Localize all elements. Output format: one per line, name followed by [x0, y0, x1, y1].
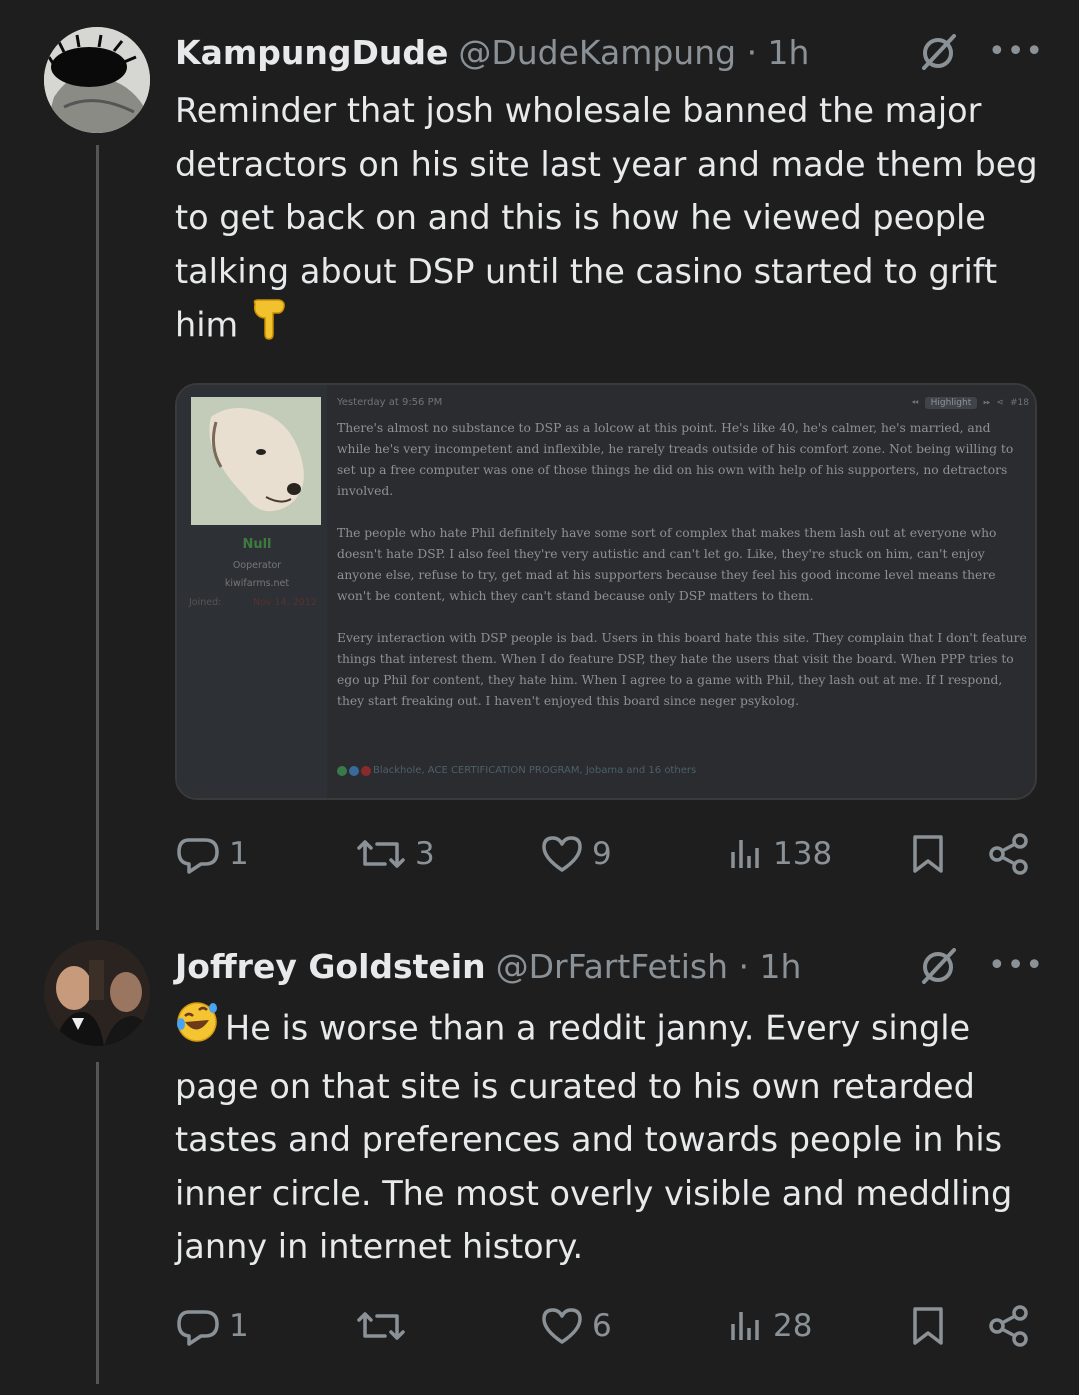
avatar[interactable]: [44, 27, 150, 133]
bookmark-icon: [913, 1307, 943, 1345]
forum-post-timestamp: Yesterday at 9:56 PM: [337, 397, 443, 408]
pointing-down-emoji-icon: [249, 298, 289, 356]
forum-avatar-dog: [191, 397, 321, 525]
handle-and-time[interactable]: @DrFartFetish · 1h: [496, 947, 802, 986]
share-icon: [989, 833, 1028, 875]
post-number: #18: [1010, 398, 1029, 408]
forum-user-site: kiwifarms.net: [224, 578, 290, 589]
repost-arrows-icon: [357, 1312, 405, 1340]
display-name[interactable]: KampungDude: [175, 33, 448, 72]
reactions-text: Blackhole, ACE CERTIFICATION PROGRAM, Jo…: [373, 765, 697, 776]
tweet-body: Reminder that josh wholesale banned the …: [175, 91, 1038, 345]
double-arrow-right-icon: ⏩︎: [983, 398, 991, 408]
forum-paragraph: Every interaction with DSP people is bad…: [337, 631, 1027, 708]
forum-joined-label: Joined:: [189, 597, 222, 608]
display-name[interactable]: Joffrey Goldstein: [175, 947, 486, 986]
bookmark-icon: [913, 835, 943, 873]
forum-post-tools: ⏪︎ Highlight ⏩︎ ⋖ #18: [911, 397, 1029, 409]
tweet-text: He is worse than a reddit janny. Every s…: [175, 1000, 1045, 1274]
like-count: 9: [592, 836, 612, 872]
forum-user-column: Null Ooperator kiwifarms.net Joined: Nov…: [177, 385, 327, 798]
heart-icon: [542, 1308, 582, 1344]
more-dots-icon[interactable]: •••: [988, 34, 1044, 69]
forum-paragraph: The people who hate Phil definitely have…: [337, 526, 997, 603]
forum-paragraph: There's almost no substance to DSP as a …: [337, 421, 1014, 498]
bookmark-button[interactable]: [910, 1301, 946, 1351]
forum-username[interactable]: Null: [222, 537, 292, 552]
repost-count: 3: [415, 836, 435, 872]
reply-count: 1: [229, 1308, 249, 1344]
speech-bubble-icon: [177, 1310, 219, 1346]
grok-slash-icon[interactable]: [918, 946, 958, 986]
reaction-check-icon: [337, 765, 347, 776]
share-small-icon: ⋖: [996, 398, 1004, 408]
tweet-body: He is worse than a reddit janny. Every s…: [175, 1008, 1013, 1266]
views-button[interactable]: 138: [725, 829, 832, 879]
rolling-laughing-emoji-icon: [175, 1000, 219, 1060]
tweet-actions: 1 6 28: [175, 1301, 1035, 1351]
highlight-badge: Highlight: [924, 397, 978, 409]
more-dots-icon[interactable]: •••: [988, 948, 1044, 983]
avatar[interactable]: [44, 940, 150, 1046]
repost-arrows-icon: [357, 840, 405, 868]
forum-joined-date: Nov 14, 2012: [253, 597, 317, 608]
forum-post-screenshot: Null Ooperator kiwifarms.net Joined: Nov…: [177, 385, 1035, 798]
handle-and-time[interactable]: @DudeKampung · 1h: [458, 33, 809, 72]
view-count: 138: [773, 836, 833, 872]
reply-count: 1: [229, 836, 249, 872]
tweet-text: Reminder that josh wholesale banned the …: [175, 84, 1045, 356]
tweet-header: Joffrey Goldstein @DrFartFetish · 1h: [175, 941, 801, 991]
reply-button[interactable]: 1: [175, 1301, 249, 1351]
share-button[interactable]: [987, 829, 1031, 879]
tweet-header: KampungDude @DudeKampung · 1h: [175, 27, 809, 77]
repost-button[interactable]: [355, 1301, 415, 1351]
share-icon: [989, 1305, 1028, 1347]
reaction-blue-icon: [349, 765, 359, 776]
like-button[interactable]: 6: [540, 1301, 612, 1351]
bookmark-button[interactable]: [910, 829, 946, 879]
share-button[interactable]: [987, 1301, 1031, 1351]
double-arrow-left-icon: ⏪︎: [911, 398, 919, 408]
forum-user-title: Ooperator: [232, 560, 282, 571]
repost-button[interactable]: 3: [355, 829, 435, 879]
views-button[interactable]: 28: [725, 1301, 812, 1351]
thread-line: [96, 145, 99, 930]
heart-icon: [542, 836, 582, 872]
forum-reactions: Blackhole, ACE CERTIFICATION PROGRAM, Jo…: [337, 765, 696, 776]
bar-chart-icon: [731, 840, 759, 868]
grok-slash-icon[interactable]: [918, 32, 958, 72]
like-count: 6: [592, 1308, 612, 1344]
thread-line: [96, 1062, 99, 1384]
speech-bubble-icon: [177, 838, 219, 874]
view-count: 28: [773, 1308, 813, 1344]
like-button[interactable]: 9: [540, 829, 612, 879]
forum-post-body: There's almost no substance to DSP as a …: [337, 418, 1027, 733]
reaction-red-icon: [361, 765, 371, 776]
embedded-image[interactable]: Null Ooperator kiwifarms.net Joined: Nov…: [175, 383, 1037, 800]
tweet-actions: 1 3 9 138: [175, 829, 1035, 879]
reply-button[interactable]: 1: [175, 829, 249, 879]
bar-chart-icon: [731, 1312, 759, 1340]
